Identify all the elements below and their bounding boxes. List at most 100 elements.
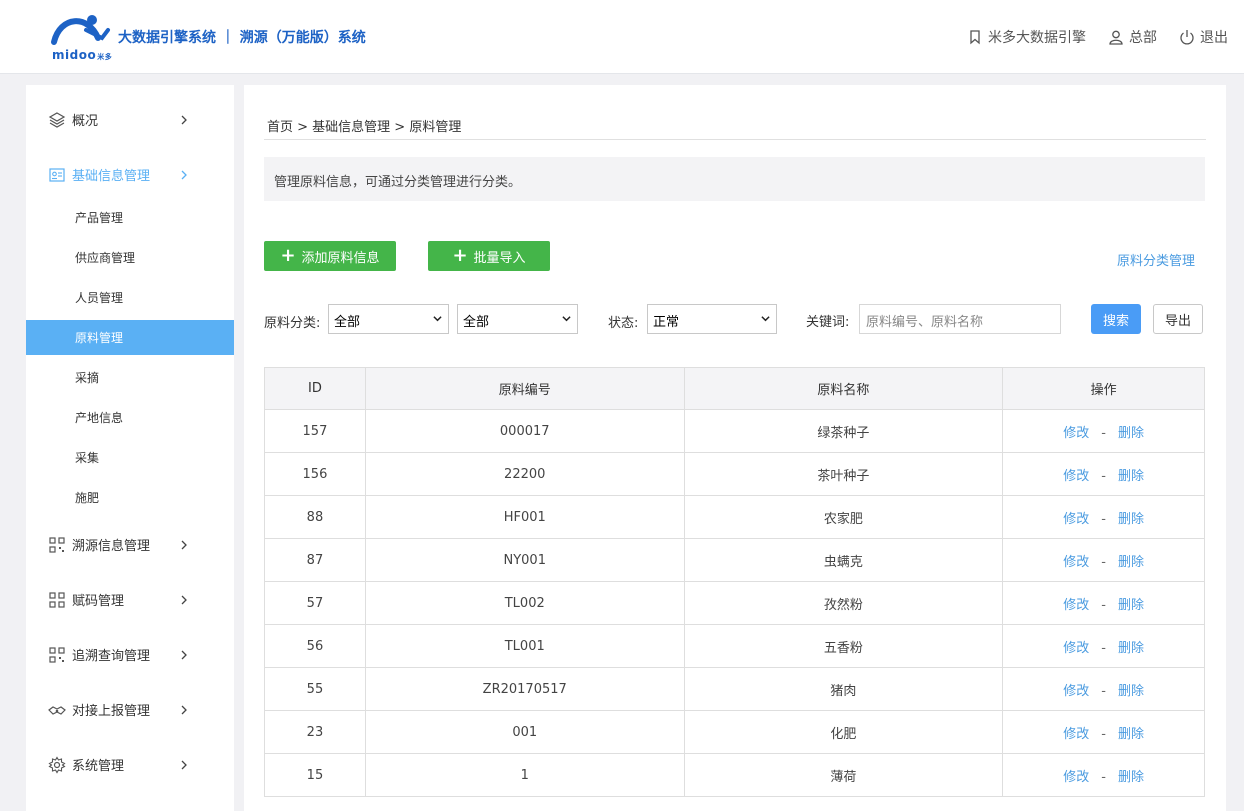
sidebar-item-label: 对接上报管理 [72,704,151,719]
table-row: 87 NY001 虫螨克 修改 - 删除 [264,538,1205,582]
cell-id: 56 [264,624,366,668]
cell-code: 1 [364,753,685,797]
export-button[interactable]: 导出 [1153,304,1203,334]
cell-id: 15 [264,753,366,797]
edit-link[interactable]: 修改 [1063,641,1089,656]
sidebar-item-trace-info[interactable]: 溯源信息管理 [26,517,234,572]
table-row: 55 ZR20170517 猪肉 修改 - 删除 [264,667,1205,711]
layers-icon [48,111,66,128]
delete-link[interactable]: 删除 [1118,770,1144,785]
category-management-link[interactable]: 原料分类管理 [1117,250,1195,269]
cell-id: 23 [264,710,366,754]
edit-link[interactable]: 修改 [1063,426,1089,441]
logo-mark-icon [51,15,110,45]
cell-code: ZR20170517 [364,667,685,711]
action-separator: - [1101,769,1106,785]
sidebar-item-label: 追溯查询管理 [72,649,151,664]
table-body: 157 000017 绿茶种子 修改 - 删除 156 22200 茶叶种子 修改 - 删除 88 HF0… [264,409,1205,797]
delete-link[interactable]: 删除 [1118,555,1144,570]
sidebar-subitem-personnel[interactable]: 人员管理 [26,280,234,315]
category-select-primary[interactable]: 全部 [328,304,449,334]
delete-link[interactable]: 删除 [1118,469,1144,484]
cell-actions: 修改 - 删除 [1002,624,1205,668]
user-link[interactable]: 总部 [1108,27,1157,47]
batch-import-button[interactable]: + 批量导入 [428,241,550,271]
cell-actions: 修改 - 删除 [1002,538,1205,582]
sidebar-subitem-picking[interactable]: 采摘 [26,360,234,395]
chevron-right-icon [181,170,187,179]
category-select-secondary-value: 全部 [463,315,490,330]
sidebar-subitem-suppliers[interactable]: 供应商管理 [26,240,234,275]
midoo-logo[interactable]: midoo米多 [48,12,114,62]
delete-link[interactable]: 删除 [1118,426,1144,441]
cell-name: 虫螨克 [683,538,1004,582]
cell-actions: 修改 - 删除 [1002,710,1205,754]
sidebar-subitem-origin[interactable]: 产地信息 [26,400,234,435]
logout-label: 退出 [1200,30,1228,46]
edit-link[interactable]: 修改 [1063,684,1089,699]
sidebar-item-overview[interactable]: 概况 [26,92,234,147]
table-row: 156 22200 茶叶种子 修改 - 删除 [264,452,1205,496]
status-select[interactable]: 正常 [647,304,777,334]
gear-icon [48,755,66,774]
logout-link[interactable]: 退出 [1179,27,1228,47]
logo-wordmark: midoo [52,48,97,62]
column-header-name[interactable]: 原料名称 [683,367,1004,410]
bookmark-link[interactable]: 米多大数据引擎 [967,27,1086,47]
edit-link[interactable]: 修改 [1063,598,1089,613]
top-bar: midoo米多 大数据引擎系统 ｜ 溯源（万能版）系统 米多大数据引擎 总部 退… [0,0,1244,74]
edit-link[interactable]: 修改 [1063,555,1089,570]
delete-link[interactable]: 删除 [1118,512,1144,527]
delete-link[interactable]: 删除 [1118,727,1144,742]
sidebar-item-system[interactable]: 系统管理 [26,737,234,792]
sidebar-item-label: 概况 [72,114,99,129]
action-separator: - [1101,511,1106,527]
info-notice: 管理原料信息，可通过分类管理进行分类。 [264,157,1205,201]
edit-link[interactable]: 修改 [1063,512,1089,527]
chevron-down-icon [761,316,770,322]
sidebar-subitem-fertilizing[interactable]: 施肥 [26,480,234,515]
sidebar-item-label: 赋码管理 [72,594,125,609]
edit-link[interactable]: 修改 [1063,727,1089,742]
batch-import-label: 批量导入 [473,250,526,266]
status-select-value: 正常 [653,315,680,330]
delete-link[interactable]: 删除 [1118,641,1144,656]
table-row: 15 1 薄荷 修改 - 删除 [264,753,1205,797]
qr-grid-icon [49,591,65,608]
sidebar-subitem-materials[interactable]: 原料管理 [26,320,234,355]
keyword-input[interactable]: 原料编号、原料名称 [859,304,1061,334]
action-separator: - [1101,726,1106,742]
category-select-secondary[interactable]: 全部 [457,304,578,334]
bookmark-label: 米多大数据引擎 [988,30,1086,46]
cell-code: TL001 [364,624,685,668]
delete-link[interactable]: 删除 [1118,684,1144,699]
main-panel: 首页 > 基础信息管理 > 原料管理 管理原料信息，可通过分类管理进行分类。 +… [244,85,1226,811]
delete-link[interactable]: 删除 [1118,598,1144,613]
chevron-right-icon [181,115,187,124]
category-select-primary-value: 全部 [334,315,361,330]
sidebar-subitem-collection[interactable]: 采集 [26,440,234,475]
edit-link[interactable]: 修改 [1063,770,1089,785]
chevron-right-icon [181,650,187,659]
chevron-down-icon [562,316,571,322]
add-material-label: 添加原料信息 [301,250,380,266]
column-header-code[interactable]: 原料编号 [364,367,685,410]
qr-grid-icon [49,536,65,553]
sidebar-item-reporting[interactable]: 对接上报管理 [26,682,234,737]
column-header-id[interactable]: ID [264,367,366,410]
cell-id: 55 [264,667,366,711]
sidebar-item-coding[interactable]: 赋码管理 [26,572,234,627]
logo-subtext: 米多 [97,53,113,61]
table-row: 23 001 化肥 修改 - 删除 [264,710,1205,754]
chevron-right-icon [181,540,187,549]
sidebar-item-basic-info[interactable]: 基础信息管理 [26,147,234,202]
handshake-icon [48,705,66,715]
sidebar-subitem-products[interactable]: 产品管理 [26,200,234,235]
plus-icon: + [452,245,468,266]
search-button[interactable]: 搜索 [1091,304,1141,334]
cell-code: NY001 [364,538,685,582]
edit-link[interactable]: 修改 [1063,469,1089,484]
sidebar-item-trace-query[interactable]: 追溯查询管理 [26,627,234,682]
sidebar-item-label: 系统管理 [72,759,125,774]
add-material-button[interactable]: + 添加原料信息 [264,241,396,271]
